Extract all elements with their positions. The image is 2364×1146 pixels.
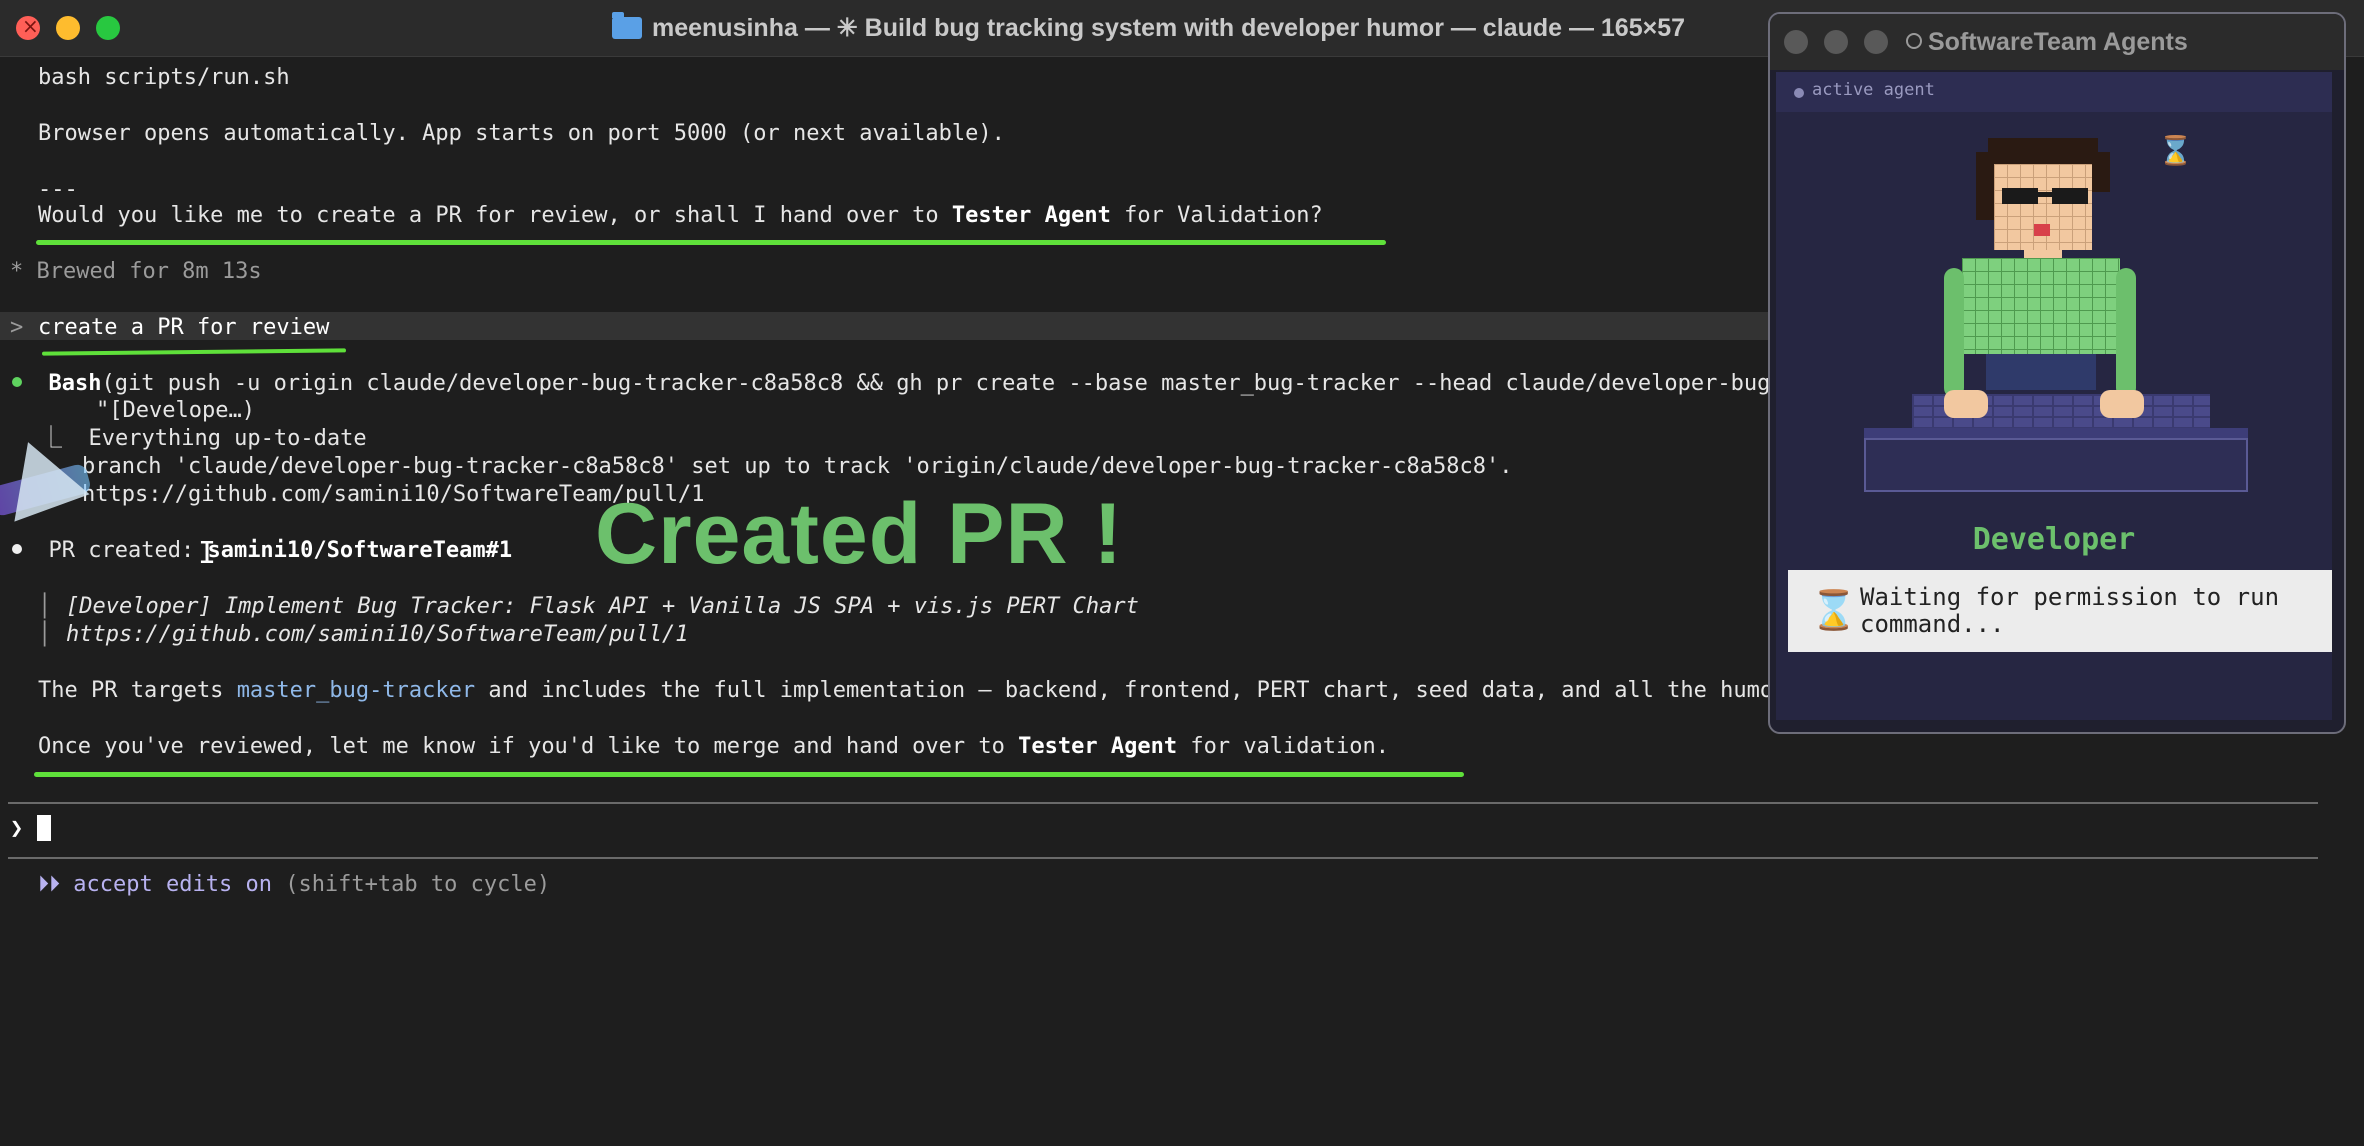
minimize-window-button[interactable]	[56, 16, 80, 40]
output-up-to-date: ⎿ Everything up-to-date	[40, 426, 367, 451]
created-pr-caption: Created PR !	[595, 486, 1124, 582]
panel-zoom-button[interactable]	[1864, 30, 1888, 54]
close-window-button[interactable]	[16, 14, 40, 40]
question-text-a: Would you like me to create a PR for rev…	[38, 203, 952, 228]
green-underline-review	[34, 772, 1464, 777]
green-underline-user	[41, 348, 347, 356]
zoom-window-button[interactable]	[96, 16, 120, 40]
bash-command: (git push -u origin claude/developer-bug…	[101, 371, 1811, 396]
panel-title-container: SoftwareTeam Agents	[1906, 26, 2188, 58]
agent-panel-content: active agent ⌛ Developer ⌛ Waiting for p…	[1776, 72, 2332, 720]
user-message: create a PR for review	[38, 315, 330, 340]
question-line: Would you like me to create a PR for rev…	[38, 202, 1323, 230]
question-text-c: for Validation?	[1110, 203, 1323, 228]
pr-title-quote: [Developer] Implement Bug Tracker: Flask…	[66, 594, 1139, 619]
review-line: Once you've reviewed, let me know if you…	[38, 733, 1389, 761]
mode-hint: (shift+tab to cycle)	[271, 872, 551, 897]
target-branch: master_bug-tracker	[236, 678, 476, 703]
input-bottom-divider	[8, 857, 2318, 859]
panel-title: SoftwareTeam Agents	[1928, 28, 2188, 56]
prompt-prefix: >	[10, 315, 24, 340]
review-text-c: for validation.	[1177, 734, 1390, 759]
input-top-divider	[8, 802, 2318, 804]
review-text-a: Once you've reviewed, let me know if you…	[38, 734, 1019, 759]
input-line[interactable]: ❯	[10, 815, 51, 843]
agent-name: Developer	[1972, 522, 2136, 557]
text-cursor	[36, 815, 51, 841]
review-tester-agent: Tester Agent	[1018, 734, 1178, 759]
pr-created-label: PR created:	[48, 538, 208, 563]
browser-info-line: Browser opens automatically. App starts …	[38, 121, 1005, 146]
bash-status-dot	[12, 377, 22, 387]
quote-bar-1: │	[38, 594, 52, 619]
fast-forward-icon: ⏵⏵	[38, 872, 61, 897]
brewed-time-line: * Brewed for 8m 13s	[10, 259, 262, 284]
question-tester-agent: Tester Agent	[951, 203, 1111, 228]
pr-created-line: PR created: samini10/SoftwareTeam#1	[12, 537, 512, 565]
separator-line: ---	[38, 177, 78, 202]
developer-avatar	[1776, 72, 2332, 492]
run-command-line: bash scripts/run.sh	[38, 65, 290, 90]
output-branch-tracking: branch 'claude/developer-bug-tracker-c8a…	[82, 454, 1513, 479]
bash-label: Bash	[48, 371, 102, 396]
accept-edits-label: accept edits on	[73, 872, 272, 897]
pr-targets-line: The PR targets master_bug-tracker and in…	[38, 677, 1800, 705]
circle-icon	[1906, 33, 1922, 49]
input-prompt-icon: ❯	[10, 816, 24, 841]
hourglass-icon: ⌛	[1810, 588, 1858, 632]
quote-bar-2: │	[38, 622, 52, 647]
folder-icon	[612, 12, 642, 39]
targets-text-a: The PR targets	[38, 678, 237, 703]
window-title-container: meenusinha — ✳ Build bug tracking system…	[612, 12, 1685, 44]
bash-command-continued: "[Develope…)	[96, 398, 255, 423]
pr-url-quote[interactable]: https://github.com/samini10/SoftwareTeam…	[66, 621, 689, 649]
agent-status-box: ⌛ Waiting for permission to run command.…	[1788, 570, 2332, 652]
panel-close-button[interactable]	[1784, 30, 1808, 54]
hourglass-small-icon: ⌛	[2158, 134, 2193, 167]
panel-minimize-button[interactable]	[1824, 30, 1848, 54]
pr-reference[interactable]: samini10/SoftwareTeam#1	[207, 538, 512, 563]
bash-tool-line: Bash(git push -u origin claude/developer…	[12, 370, 1810, 398]
pr-status-dot	[12, 544, 22, 554]
green-underline-question	[36, 240, 1386, 245]
ibeam-cursor-icon: I	[198, 536, 217, 571]
mode-status-line[interactable]: ⏵⏵ accept edits on (shift+tab to cycle)	[38, 871, 550, 899]
agent-panel-window[interactable]: SoftwareTeam Agents active agent ⌛ Devel…	[1768, 12, 2346, 734]
targets-text-c: and includes the full implementation — b…	[475, 678, 1800, 703]
window-title: meenusinha — ✳ Build bug tracking system…	[652, 14, 1686, 42]
agent-panel-title-bar: SoftwareTeam Agents	[1770, 14, 2344, 70]
agent-status-text: Waiting for permission to run command...	[1860, 583, 2280, 638]
